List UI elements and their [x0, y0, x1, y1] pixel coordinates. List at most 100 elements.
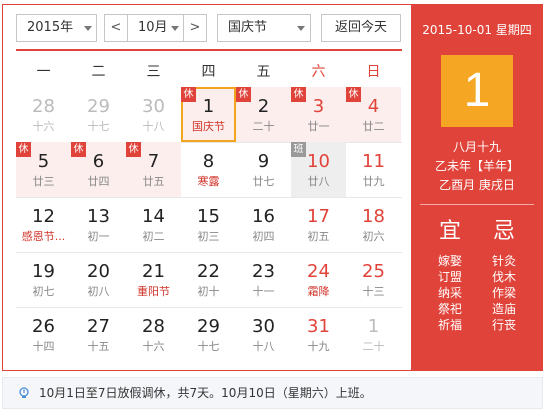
day-number: 28 — [32, 96, 55, 117]
day-cell[interactable]: 16 初四 — [236, 197, 291, 252]
lunar-label: 廿五 — [142, 175, 165, 188]
yi-column: 宜 嫁娶 订盟 纳采 祭祀 祈福 — [425, 217, 475, 333]
next-month-button[interactable]: > — [183, 14, 207, 42]
weekday-label: 三 — [146, 64, 161, 80]
lunar-label: 初七 — [32, 285, 55, 298]
day-cell[interactable]: 17 初五 — [291, 197, 346, 252]
day-cell[interactable]: 8 寒露 — [181, 142, 236, 197]
toolbar-divider — [16, 49, 402, 51]
day-number: 3 — [312, 96, 325, 117]
festival-label: 霜降 — [307, 285, 330, 298]
ji-title: 忌 — [492, 219, 515, 244]
day-number: 12 — [32, 206, 55, 227]
day-cell[interactable]: 27 十五 — [71, 307, 126, 362]
day-number: 17 — [307, 206, 330, 227]
day-cell[interactable]: 休 1 国庆节 — [181, 87, 236, 142]
chevron-right-icon: > — [189, 20, 201, 35]
day-cell[interactable]: 31 十九 — [291, 307, 346, 362]
lunar-label: 二十 — [252, 120, 275, 133]
day-cell[interactable]: 29 十七 — [181, 307, 236, 362]
holiday-select[interactable]: 国庆节 — [217, 14, 311, 42]
day-cell[interactable]: 28 十六 — [16, 87, 71, 142]
day-cell[interactable]: 休 4 廿二 — [346, 87, 401, 142]
weekday-label: 日 — [366, 64, 381, 80]
day-cell[interactable]: 30 十八 — [126, 87, 181, 142]
holiday-notice-bar: 10月1日至7日放假调休，共7天。10月10日（星期六）上班。 — [2, 377, 543, 409]
day-cell[interactable]: 休 7 廿五 — [126, 142, 181, 197]
day-number: 29 — [87, 96, 110, 117]
ji-item: 作梁 — [491, 286, 516, 300]
calendar-grid: 28 十六 29 十七 30 十八休 1 国庆节休 2 二十休 3 廿一休 4 廿二休 5 廿三休 6 廿四休 7 廿… — [16, 87, 402, 362]
lunar-label: 十四 — [32, 340, 55, 353]
day-cell[interactable]: 15 初三 — [181, 197, 236, 252]
day-number: 23 — [252, 261, 275, 282]
day-cell[interactable]: 30 十八 — [236, 307, 291, 362]
day-number: 5 — [37, 151, 50, 172]
month-day-ganzhi: 乙酉月 庚戌日 — [439, 178, 515, 192]
day-number: 20 — [87, 261, 110, 282]
day-number: 7 — [147, 151, 160, 172]
day-cell[interactable]: 28 十六 — [126, 307, 181, 362]
lunar-label: 初六 — [362, 230, 385, 243]
day-cell[interactable]: 班 10 廿八 — [291, 142, 346, 197]
day-number: 15 — [197, 206, 220, 227]
day-number: 4 — [367, 96, 380, 117]
day-number: 31 — [307, 316, 330, 337]
festival-label: 国庆节 — [192, 120, 225, 133]
chevron-left-icon: < — [110, 20, 122, 35]
festival-label: 感恩节... — [21, 230, 66, 243]
day-number: 28 — [142, 316, 165, 337]
day-number: 13 — [87, 206, 110, 227]
day-cell[interactable]: 24 霜降 — [291, 252, 346, 307]
day-number: 1 — [202, 96, 215, 117]
back-to-today-button[interactable]: 返回今天 — [321, 14, 401, 42]
day-cell[interactable]: 14 初二 — [126, 197, 181, 252]
day-cell[interactable]: 18 初六 — [346, 197, 401, 252]
ji-item: 针灸 — [491, 254, 516, 268]
day-cell[interactable]: 休 6 廿四 — [71, 142, 126, 197]
day-cell[interactable]: 休 3 廿一 — [291, 87, 346, 142]
day-cell[interactable]: 9 廿七 — [236, 142, 291, 197]
lunar-label: 廿八 — [307, 175, 330, 188]
day-number: 2 — [257, 96, 270, 117]
day-number: 18 — [362, 206, 385, 227]
day-cell[interactable]: 29 十七 — [71, 87, 126, 142]
day-cell[interactable]: 22 初十 — [181, 252, 236, 307]
day-number: 8 — [202, 151, 215, 172]
lunar-label: 十五 — [87, 340, 110, 353]
day-cell[interactable]: 23 十一 — [236, 252, 291, 307]
lunar-label: 十三 — [362, 285, 385, 298]
day-number: 24 — [307, 261, 330, 282]
yi-item: 祭祀 — [437, 302, 462, 316]
day-cell[interactable]: 25 十三 — [346, 252, 401, 307]
day-cell[interactable]: 20 初八 — [71, 252, 126, 307]
day-number: 9 — [257, 151, 270, 172]
prev-month-button[interactable]: < — [104, 14, 128, 42]
big-day-box: 1 — [441, 55, 513, 127]
lunar-label: 廿七 — [252, 175, 275, 188]
day-cell[interactable]: 12 感恩节... — [16, 197, 71, 252]
weekday-label: 五 — [256, 64, 271, 80]
lunar-label: 十七 — [197, 340, 220, 353]
day-cell[interactable]: 1 二十 — [346, 307, 401, 362]
weekday-header: 一二三四五六日 — [16, 57, 402, 87]
weekday-label: 六 — [311, 64, 326, 80]
calendar-widget: 2015年 < 10月 > 国庆节 返回今天 一二三四五六日 28 十六 29 … — [0, 0, 546, 414]
lunar-label: 廿九 — [362, 175, 385, 188]
chevron-down-icon — [297, 26, 305, 31]
day-cell[interactable]: 26 十四 — [16, 307, 71, 362]
holiday-select-value: 国庆节 — [228, 20, 268, 35]
festival-label: 重阳节 — [137, 285, 170, 298]
day-cell[interactable]: 21 重阳节 — [126, 252, 181, 307]
day-cell[interactable]: 休 2 二十 — [236, 87, 291, 142]
day-cell[interactable]: 11 廿九 — [346, 142, 401, 197]
day-cell[interactable]: 休 5 廿三 — [16, 142, 71, 197]
day-cell[interactable]: 19 初七 — [16, 252, 71, 307]
lightbulb-icon — [19, 387, 29, 398]
month-select[interactable]: 10月 — [127, 14, 184, 42]
day-number: 1 — [367, 316, 380, 337]
day-cell[interactable]: 13 初一 — [71, 197, 126, 252]
ji-column: 忌 针灸 伐木 作梁 造庙 行丧 — [479, 217, 529, 333]
year-select[interactable]: 2015年 — [16, 14, 97, 42]
year-select-value: 2015年 — [27, 20, 74, 35]
